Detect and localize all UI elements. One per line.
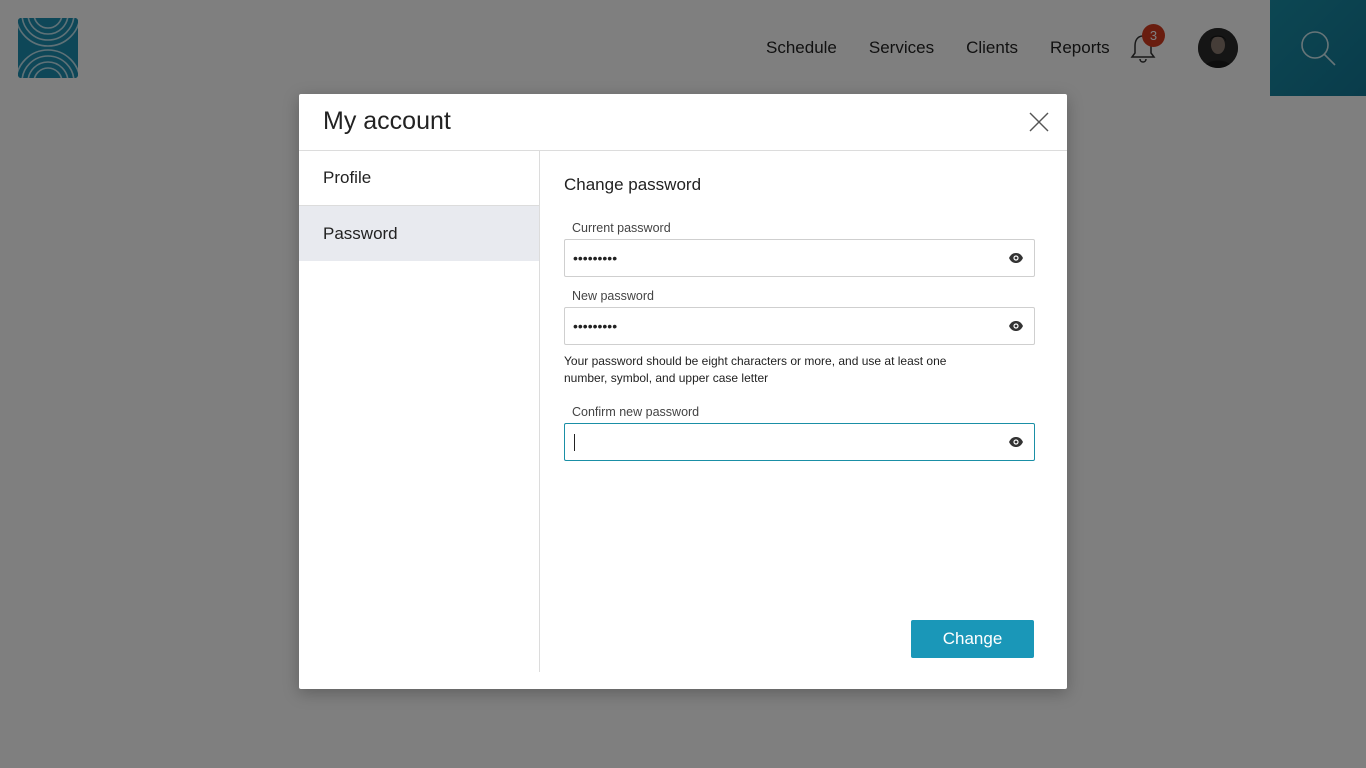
- password-form: Change password Current password New pas…: [564, 151, 1035, 671]
- sidebar-item-profile[interactable]: Profile: [299, 151, 539, 206]
- account-sidebar: Profile Password: [299, 151, 540, 672]
- text-caret: [574, 434, 575, 451]
- confirm-password-label: Confirm new password: [572, 405, 700, 419]
- change-button[interactable]: Change: [911, 620, 1034, 658]
- new-password-label: New password: [572, 289, 654, 303]
- eye-icon[interactable]: [1008, 251, 1024, 265]
- eye-icon[interactable]: [1008, 319, 1024, 333]
- confirm-password-input[interactable]: [565, 424, 985, 460]
- new-password-input[interactable]: [565, 308, 985, 344]
- dialog-header: My account: [299, 94, 1067, 151]
- confirm-password-field: [564, 423, 1035, 461]
- password-hint: Your password should be eight characters…: [564, 354, 947, 385]
- current-password-field: [564, 239, 1035, 277]
- new-password-field: [564, 307, 1035, 345]
- sidebar-item-label: Password: [323, 223, 398, 243]
- section-title: Change password: [564, 175, 702, 194]
- close-icon[interactable]: [1027, 110, 1051, 134]
- current-password-input[interactable]: [565, 240, 985, 276]
- current-password-label: Current password: [572, 221, 671, 235]
- eye-icon[interactable]: [1008, 435, 1024, 449]
- sidebar-item-label: Profile: [323, 168, 372, 187]
- my-account-dialog: My account Profile Password Change passw…: [299, 94, 1067, 689]
- dialog-title: My account: [323, 107, 451, 135]
- sidebar-item-password[interactable]: Password: [299, 206, 539, 261]
